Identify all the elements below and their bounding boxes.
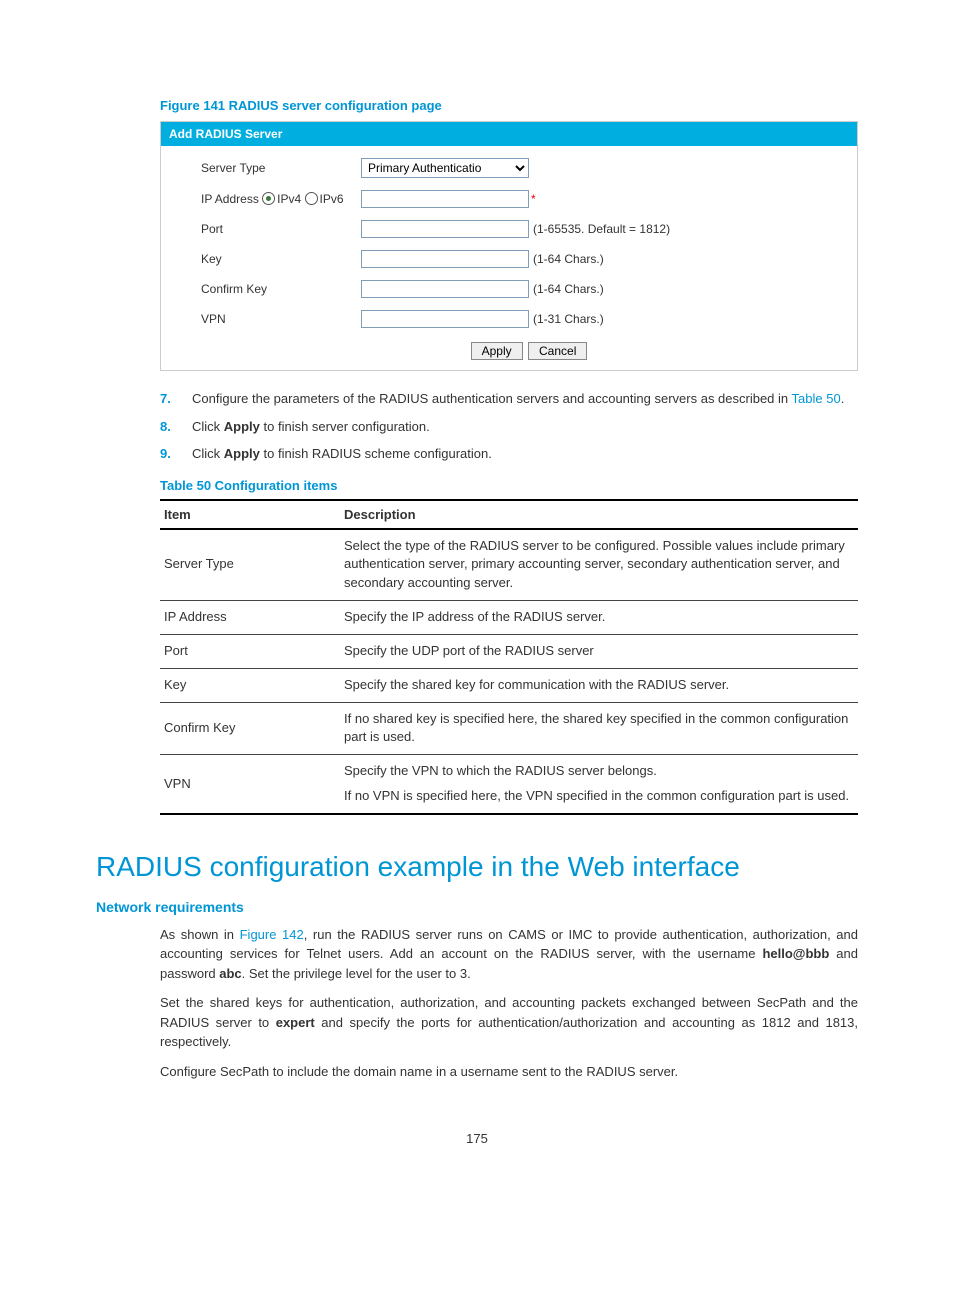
key-input[interactable] — [361, 250, 529, 268]
add-radius-panel: Add RADIUS Server Server Type Primary Au… — [160, 121, 858, 371]
sub-heading: Network requirements — [96, 899, 858, 915]
paragraph-1: As shown in Figure 142, run the RADIUS s… — [160, 925, 858, 984]
vpn-hint: (1-31 Chars.) — [531, 312, 604, 326]
table-row: VPN Specify the VPN to which the RADIUS … — [160, 755, 858, 814]
required-indicator: * — [531, 192, 536, 206]
table-50-link[interactable]: Table 50 — [792, 391, 841, 406]
table-caption: Table 50 Configuration items — [96, 478, 858, 493]
paragraph-3: Configure SecPath to include the domain … — [160, 1062, 858, 1082]
vpn-input[interactable] — [361, 310, 529, 328]
key-hint: (1-64 Chars.) — [531, 252, 604, 266]
step-9: 9. Click Apply to finish RADIUS scheme c… — [160, 444, 858, 464]
steps-list: 7. Configure the parameters of the RADIU… — [160, 389, 858, 464]
table-row: Server Type Select the type of the RADIU… — [160, 529, 858, 601]
ip-address-label: IP Address — [201, 192, 259, 206]
table-row: Key Specify the shared key for communica… — [160, 668, 858, 702]
page-number: 175 — [96, 1131, 858, 1146]
step-8: 8. Click Apply to finish server configur… — [160, 417, 858, 437]
table-row: Confirm Key If no shared key is specifie… — [160, 702, 858, 755]
server-type-select[interactable]: Primary Authenticatio — [361, 158, 529, 178]
ipv6-label: IPv6 — [320, 192, 344, 206]
section-heading: RADIUS configuration example in the Web … — [96, 851, 858, 883]
server-type-label: Server Type — [201, 161, 361, 175]
figure-caption: Figure 141 RADIUS server configuration p… — [96, 98, 858, 113]
figure-142-link[interactable]: Figure 142 — [240, 927, 304, 942]
port-hint: (1-65535. Default = 1812) — [531, 222, 670, 236]
ipv4-label: IPv4 — [277, 192, 301, 206]
table-row: IP Address Specify the IP address of the… — [160, 601, 858, 635]
config-items-table: Item Description Server Type Select the … — [160, 499, 858, 815]
paragraph-2: Set the shared keys for authentication, … — [160, 993, 858, 1052]
vpn-label: VPN — [201, 312, 361, 326]
step-7: 7. Configure the parameters of the RADIU… — [160, 389, 858, 409]
ipv4-radio[interactable] — [262, 192, 275, 205]
panel-title: Add RADIUS Server — [161, 122, 857, 146]
th-item: Item — [160, 500, 340, 529]
confirm-key-hint: (1-64 Chars.) — [531, 282, 604, 296]
ipv6-radio[interactable] — [305, 192, 318, 205]
cancel-button[interactable]: Cancel — [528, 342, 587, 360]
th-description: Description — [340, 500, 858, 529]
port-label: Port — [201, 222, 361, 236]
key-label: Key — [201, 252, 361, 266]
confirm-key-input[interactable] — [361, 280, 529, 298]
apply-button[interactable]: Apply — [471, 342, 523, 360]
confirm-key-label: Confirm Key — [201, 282, 361, 296]
table-row: Port Specify the UDP port of the RADIUS … — [160, 634, 858, 668]
port-input[interactable] — [361, 220, 529, 238]
ip-address-input[interactable] — [361, 190, 529, 208]
